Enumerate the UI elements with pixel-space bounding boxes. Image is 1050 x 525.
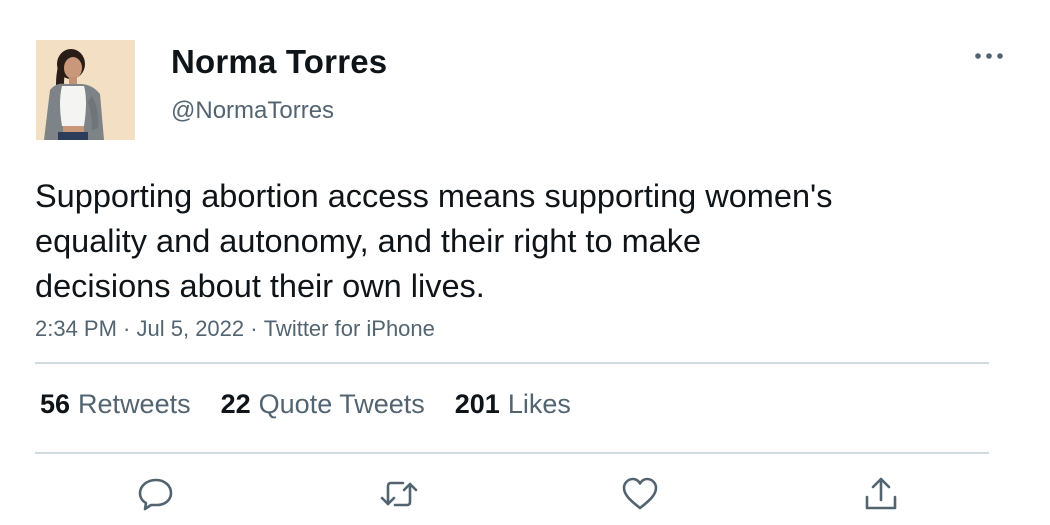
more-horizontal-icon (975, 53, 1003, 59)
heart-icon (622, 477, 658, 510)
reply-icon (138, 478, 173, 511)
engagement-stats: 56 Retweets 22 Quote Tweets 201 Likes (40, 389, 571, 420)
tweet-time[interactable]: 2:34 PM (35, 316, 117, 342)
retweets-label: Retweets (78, 389, 191, 419)
more-options-button[interactable] (972, 42, 1006, 70)
quote-tweets-count: 22 (220, 389, 251, 419)
retweet-icon (380, 481, 418, 507)
reply-button[interactable] (134, 474, 178, 514)
tweet-date[interactable]: Jul 5, 2022 (137, 316, 245, 342)
tweet-text-line: decisions about their own lives. (35, 268, 485, 304)
likes-stat[interactable]: 201 Likes (455, 389, 571, 420)
share-icon (865, 477, 897, 510)
tweet-text: Supporting abortion access means support… (35, 174, 975, 309)
quote-tweets-stat[interactable]: 22 Quote Tweets (221, 389, 425, 420)
separator: · (116, 316, 137, 341)
divider (35, 452, 989, 454)
retweet-button[interactable] (377, 474, 421, 514)
tweet-metadata: 2:34 PM · Jul 5, 2022 · Twitter for iPho… (35, 316, 435, 342)
likes-label: Likes (507, 389, 571, 419)
tweet-source[interactable]: Twitter for iPhone (264, 316, 435, 342)
tweet-text-line: Supporting abortion access means support… (35, 178, 833, 214)
avatar[interactable] (36, 40, 135, 140)
separator: · (244, 316, 264, 341)
profile-photo (36, 40, 135, 140)
handle[interactable]: @NormaTorres (171, 97, 334, 125)
display-name[interactable]: Norma Torres (171, 43, 387, 81)
divider (35, 362, 989, 364)
tweet-text-line: equality and autonomy, and their right t… (35, 223, 702, 259)
likes-count: 201 (454, 389, 500, 419)
like-button[interactable] (618, 474, 662, 514)
quote-tweets-label: Quote Tweets (258, 389, 425, 419)
retweets-count: 56 (40, 389, 71, 419)
share-button[interactable] (859, 474, 903, 514)
retweets-stat[interactable]: 56 Retweets (40, 389, 191, 420)
